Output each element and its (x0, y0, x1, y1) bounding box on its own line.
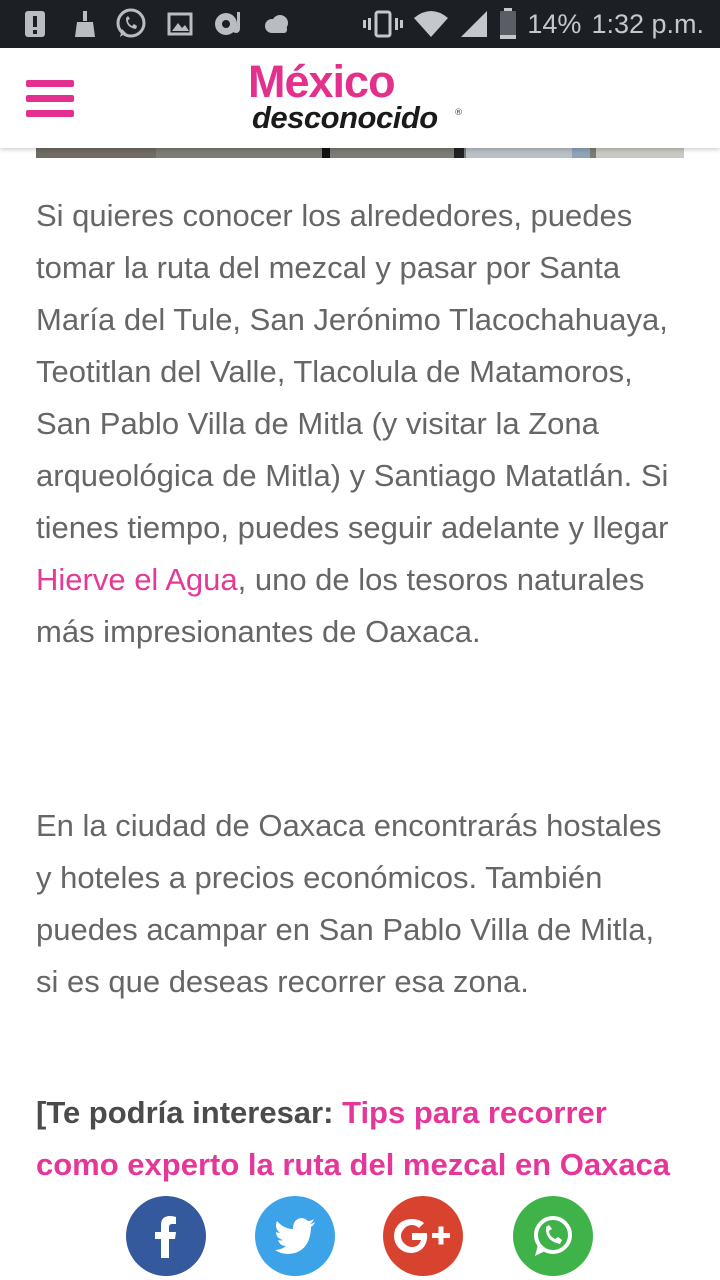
facebook-share-button[interactable] (126, 1196, 206, 1276)
status-bar: 14% 1:32 p.m. (0, 0, 720, 48)
facebook-icon (155, 1216, 176, 1258)
article-paragraph: Si quieres conocer los alrededores, pued… (36, 190, 684, 658)
twitter-icon (275, 1218, 315, 1254)
wifi-icon (413, 10, 449, 38)
app-header: México desconocido ® (0, 48, 720, 148)
whatsapp-share-button[interactable] (513, 1196, 593, 1276)
battery-icon (499, 8, 517, 40)
bottom-fade-overlay (0, 1195, 720, 1280)
whatsapp-icon (534, 1216, 572, 1256)
hierve-el-agua-link[interactable]: Hierve el Agua (36, 562, 238, 597)
logo-bottom-text: desconocido (252, 100, 438, 135)
signal-icon (459, 10, 489, 38)
article-paragraph: En la ciudad de Oaxaca encontrarás hosta… (36, 808, 662, 999)
paragraph-text: Si quieres conocer los alrededores, pued… (36, 198, 669, 545)
vibrate-icon (363, 10, 404, 38)
whatsapp-notification-icon (114, 8, 148, 38)
battery-percent: 14% (527, 8, 582, 39)
cloud-icon (262, 10, 292, 38)
alert-icon (22, 10, 48, 38)
twitter-share-button[interactable] (255, 1196, 335, 1276)
image-icon (166, 10, 194, 38)
google-plus-icon (394, 1219, 450, 1253)
related-label: [Te podría interesar: (36, 1095, 343, 1130)
google-plus-share-button[interactable] (383, 1196, 463, 1276)
status-right: 14% 1:32 p.m. (363, 0, 704, 48)
music-icon (212, 10, 244, 38)
site-logo[interactable]: México desconocido ® (248, 54, 478, 144)
article-photo (36, 148, 684, 158)
hamburger-menu-icon[interactable] (26, 80, 74, 118)
broom-icon (72, 10, 98, 38)
clock: 1:32 p.m. (591, 8, 704, 39)
logo-registered-mark: ® (454, 108, 463, 118)
related-article-callout: [Te podría interesar: Tips para recorrer… (36, 1087, 684, 1191)
